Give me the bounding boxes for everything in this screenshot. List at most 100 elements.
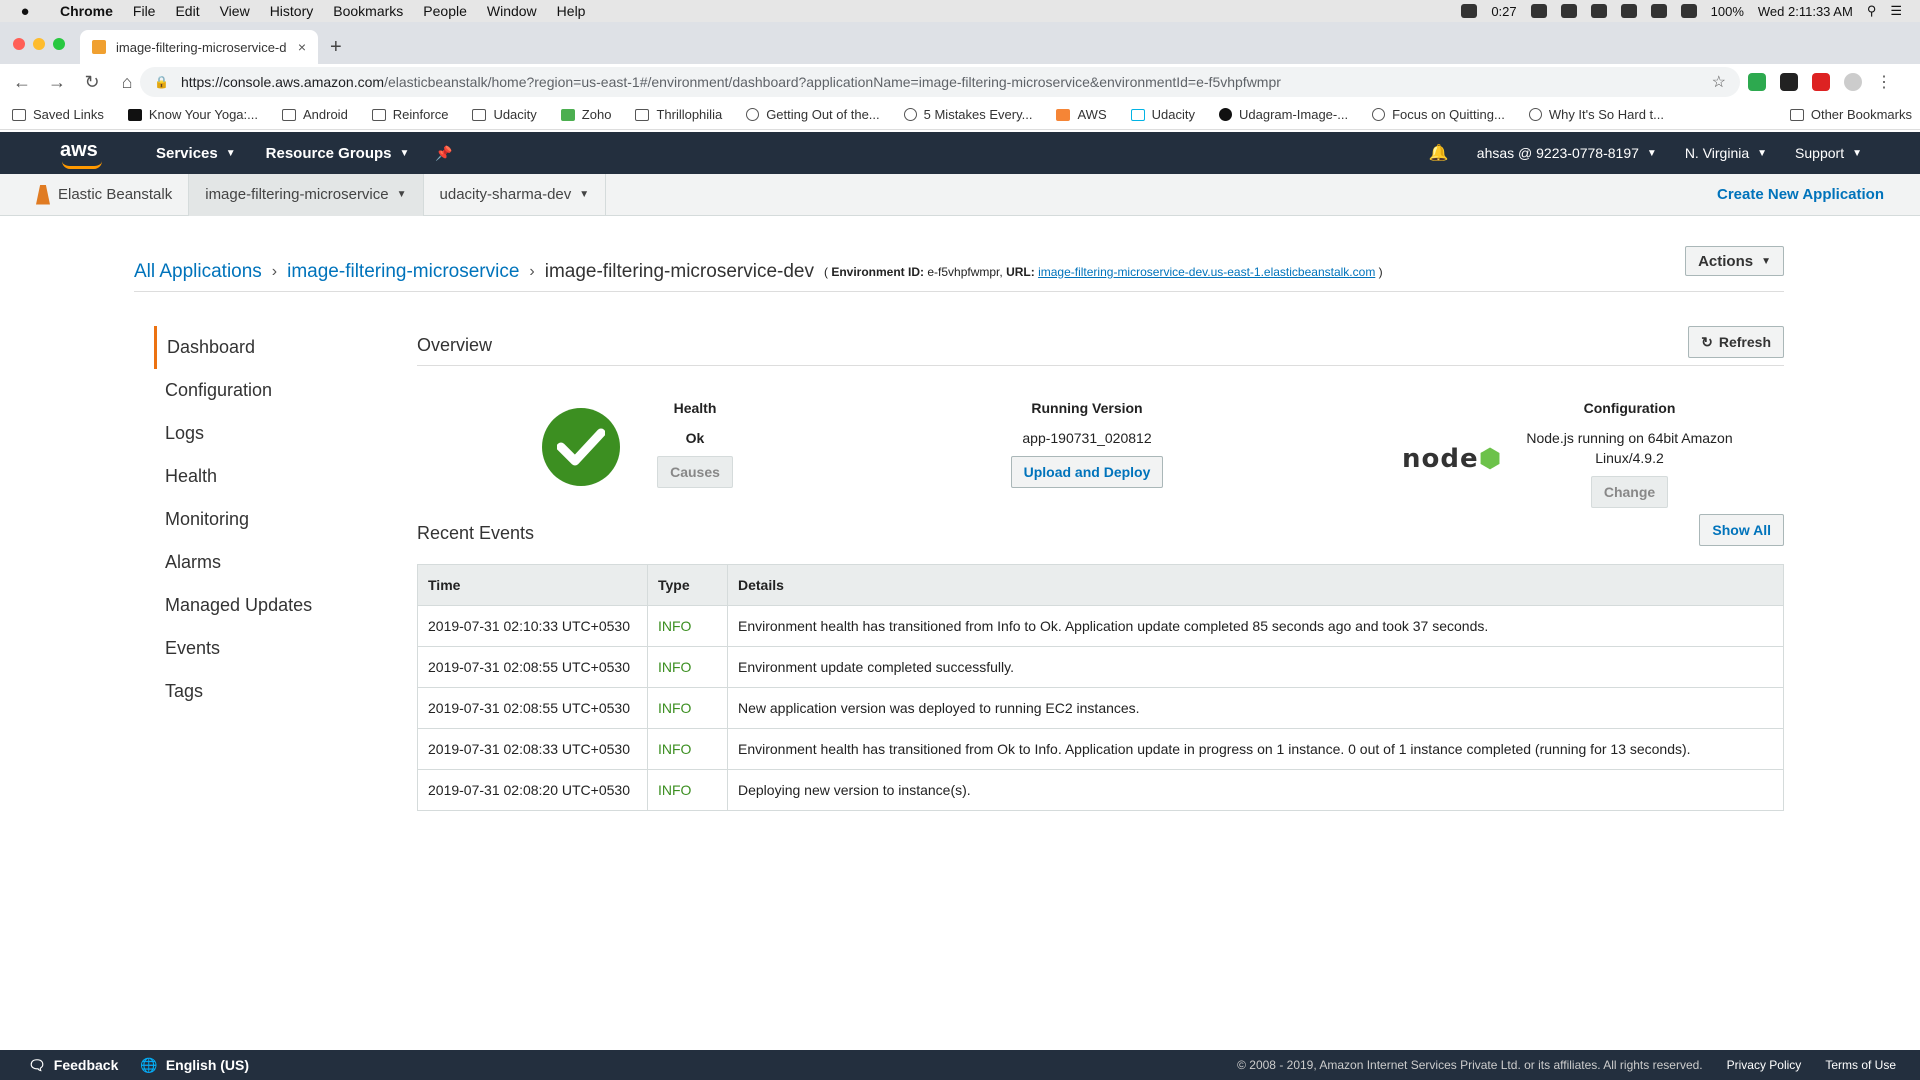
- menu-app-chrome[interactable]: Chrome: [50, 3, 123, 19]
- evernote-extension-icon[interactable]: [1748, 73, 1766, 91]
- bookmark-link[interactable]: 5 Mistakes Every...: [903, 107, 1032, 122]
- close-window-button[interactable]: [13, 38, 25, 50]
- region-menu[interactable]: N. Virginia ▼: [1685, 145, 1767, 161]
- menu-view[interactable]: View: [210, 3, 260, 19]
- spotify-icon[interactable]: [1461, 4, 1478, 18]
- side-nav-alarms[interactable]: Alarms: [154, 541, 384, 584]
- side-nav-monitoring[interactable]: Monitoring: [154, 498, 384, 541]
- side-nav-health[interactable]: Health: [154, 455, 384, 498]
- minimize-window-button[interactable]: [33, 38, 45, 50]
- bluetooth-icon[interactable]: [1620, 4, 1637, 18]
- breadcrumb-application[interactable]: image-filtering-microservice: [287, 261, 519, 283]
- extension-icon[interactable]: [1530, 4, 1547, 18]
- address-bar[interactable]: 🔒 https://console.aws.amazon.com/elastic…: [140, 67, 1740, 97]
- feedback-link[interactable]: 🗨 Feedback: [28, 1057, 118, 1074]
- back-arrow-icon[interactable]: ←: [9, 72, 35, 93]
- url-host: https://console.aws.amazon.com: [180, 74, 385, 90]
- elastic-beanstalk-home[interactable]: Elastic Beanstalk: [0, 173, 190, 216]
- side-nav-tags[interactable]: Tags: [154, 670, 384, 713]
- bookmark-link[interactable]: Udacity: [1130, 107, 1195, 122]
- side-nav-events[interactable]: Events: [154, 627, 384, 670]
- side-nav-logs[interactable]: Logs: [154, 412, 384, 455]
- bookmark-link[interactable]: AWS: [1056, 107, 1107, 122]
- notification-center-icon[interactable]: ☰: [1890, 3, 1902, 19]
- services-label: Services: [156, 144, 218, 162]
- table-row: 2019-07-31 02:08:20 UTC+0530 INFO Deploy…: [417, 769, 1784, 811]
- battery-percent[interactable]: 100%: [1711, 4, 1744, 19]
- bookmark-link[interactable]: Zoho: [560, 107, 611, 122]
- reload-icon[interactable]: ↻: [79, 72, 105, 93]
- new-tab-button[interactable]: +: [330, 36, 342, 59]
- tab-close-icon[interactable]: ×: [298, 39, 306, 55]
- volume-icon[interactable]: [1680, 4, 1697, 18]
- menu-people[interactable]: People: [413, 3, 477, 19]
- pin-icon[interactable]: 📌: [435, 145, 452, 162]
- home-icon[interactable]: ⌂: [114, 72, 140, 93]
- support-menu[interactable]: Support ▼: [1795, 145, 1862, 161]
- shield-icon[interactable]: [1560, 4, 1577, 18]
- causes-button[interactable]: Causes: [657, 456, 733, 488]
- forward-arrow-icon[interactable]: →: [44, 72, 70, 93]
- clock[interactable]: Wed 2:11:33 AM: [1758, 4, 1853, 19]
- bell-icon[interactable]: 🔔: [1429, 143, 1449, 163]
- bookmark-folder[interactable]: Saved Links: [12, 107, 104, 122]
- upload-and-deploy-button[interactable]: Upload and Deploy: [1010, 456, 1164, 488]
- resource-groups-menu[interactable]: Resource Groups ▼: [266, 145, 410, 162]
- bookmark-link[interactable]: Focus on Quitting...: [1372, 107, 1505, 122]
- refresh-button[interactable]: ↻ Refresh: [1688, 326, 1784, 358]
- cloud-icon[interactable]: [1590, 4, 1607, 18]
- language-selector[interactable]: 🌐 English (US): [140, 1057, 249, 1074]
- apple-menu-icon[interactable]: ●: [0, 3, 50, 20]
- profile-avatar[interactable]: [1844, 73, 1862, 91]
- bookmark-folder[interactable]: Reinforce: [371, 107, 448, 122]
- cors-extension-icon[interactable]: [1812, 73, 1830, 91]
- bookmark-link[interactable]: Getting Out of the...: [746, 107, 880, 122]
- event-details: Deploying new version to instance(s).: [727, 769, 1784, 811]
- bookmark-link[interactable]: Udagram-Image-...: [1218, 107, 1349, 122]
- menu-window[interactable]: Window: [477, 3, 547, 19]
- bookmark-label: Saved Links: [33, 107, 104, 122]
- show-all-button[interactable]: Show All: [1699, 514, 1784, 546]
- notion-extension-icon[interactable]: [1780, 73, 1798, 91]
- side-nav-dashboard[interactable]: Dashboard: [154, 326, 384, 369]
- services-menu[interactable]: Services ▼: [156, 145, 236, 162]
- create-new-application-link[interactable]: Create New Application: [1717, 186, 1884, 203]
- aws-logo[interactable]: aws: [60, 139, 110, 169]
- table-row: 2019-07-31 02:10:33 UTC+0530 INFO Enviro…: [417, 605, 1784, 647]
- wifi-icon[interactable]: [1650, 4, 1667, 18]
- application-dropdown[interactable]: image-filtering-microservice ▼: [189, 173, 424, 216]
- aws-icon: [1056, 108, 1071, 121]
- browser-menu-icon[interactable]: ⋮: [1876, 72, 1892, 92]
- environment-dropdown[interactable]: udacity-sharma-dev ▼: [424, 173, 607, 216]
- menu-bookmarks[interactable]: Bookmarks: [323, 3, 413, 19]
- fullscreen-window-button[interactable]: [53, 38, 65, 50]
- account-menu[interactable]: ahsas @ 9223-0778-8197 ▼: [1477, 145, 1657, 161]
- bookmark-label: Udagram-Image-...: [1238, 107, 1349, 122]
- environment-label: udacity-sharma-dev: [439, 186, 572, 203]
- bookmark-link[interactable]: Why It's So Hard t...: [1528, 107, 1664, 122]
- bookmark-folder[interactable]: Android: [281, 107, 348, 122]
- side-nav-managed-updates[interactable]: Managed Updates: [154, 584, 384, 627]
- actions-button[interactable]: Actions ▼: [1685, 246, 1784, 276]
- spotlight-search-icon[interactable]: ⚲: [1867, 3, 1877, 19]
- menu-file[interactable]: File: [123, 3, 166, 19]
- menu-history[interactable]: History: [260, 3, 324, 19]
- side-nav-configuration[interactable]: Configuration: [154, 369, 384, 412]
- privacy-policy-link[interactable]: Privacy Policy: [1727, 1058, 1802, 1072]
- menu-edit[interactable]: Edit: [165, 3, 209, 19]
- bookmark-folder[interactable]: Udacity: [472, 107, 537, 122]
- bookmark-star-icon[interactable]: ☆: [1712, 72, 1726, 92]
- env-url-link[interactable]: image-filtering-microservice-dev.us-east…: [1038, 265, 1375, 279]
- other-bookmarks[interactable]: Other Bookmarks: [1789, 107, 1912, 122]
- menu-help[interactable]: Help: [547, 3, 596, 19]
- service-bar: Elastic Beanstalk image-filtering-micros…: [0, 173, 1920, 216]
- lock-icon[interactable]: 🔒: [154, 75, 169, 89]
- bookmark-folder[interactable]: Thrillophilia: [635, 107, 722, 122]
- event-type: INFO: [647, 769, 728, 811]
- active-browser-tab[interactable]: image-filtering-microservice-d ×: [80, 30, 318, 64]
- timer-readout[interactable]: 0:27: [1491, 4, 1516, 19]
- breadcrumb-all-applications[interactable]: All Applications: [134, 261, 262, 283]
- bookmark-link[interactable]: Know Your Yoga:...: [127, 107, 258, 122]
- change-button[interactable]: Change: [1590, 476, 1669, 508]
- terms-of-use-link[interactable]: Terms of Use: [1825, 1058, 1896, 1072]
